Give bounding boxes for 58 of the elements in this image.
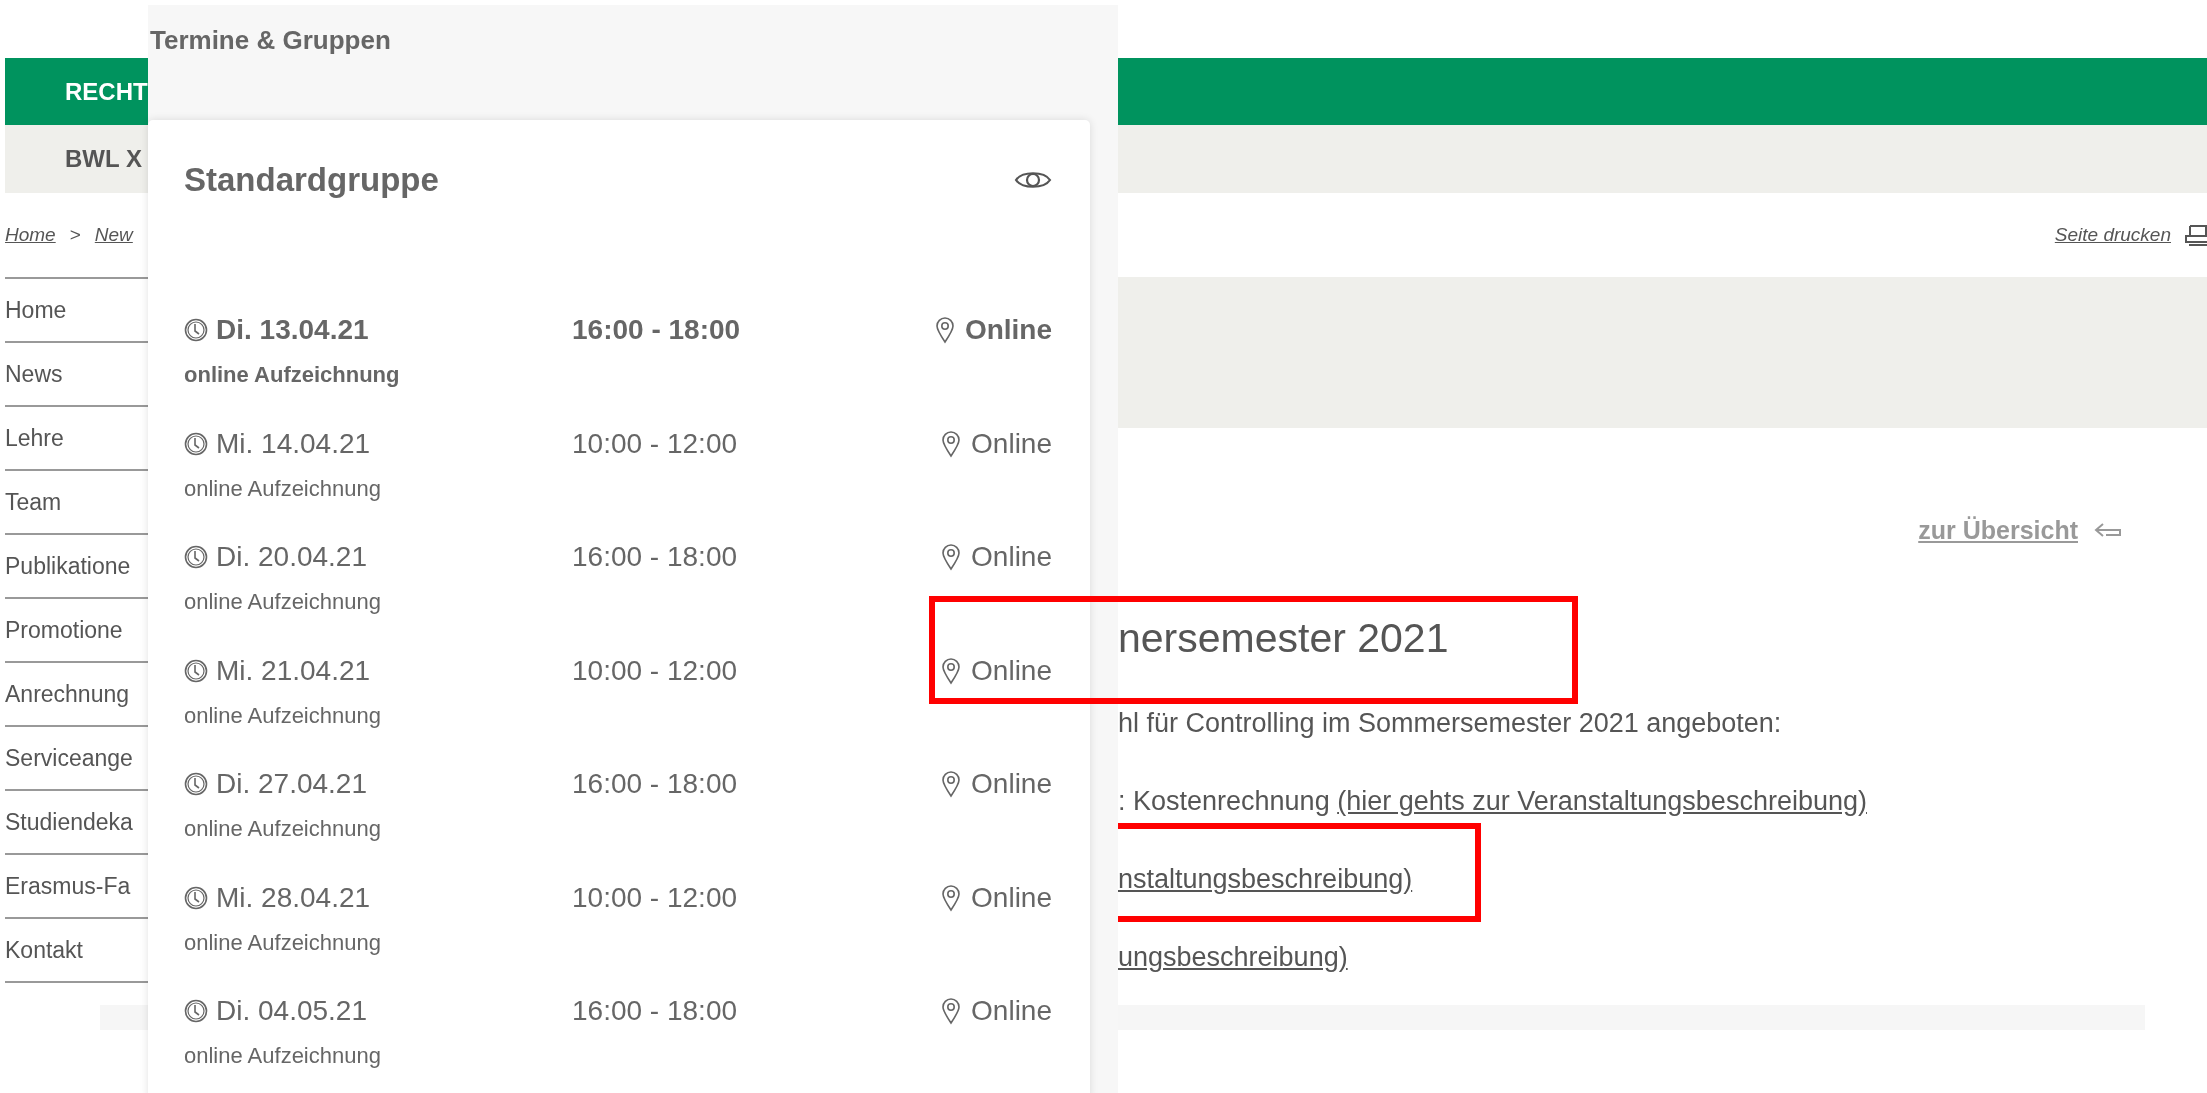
description-link[interactable]: ungsbeschreibung) <box>1118 942 1348 972</box>
appointment-date: Mi. 14.04.21 <box>216 427 371 460</box>
appointment-location: Online <box>971 541 1052 573</box>
appointment-date: Mi. 28.04.21 <box>216 881 371 914</box>
panel-title: Termine & Gruppen <box>150 25 392 56</box>
faculty-title: RECHT <box>64 77 148 106</box>
location-pin-icon <box>941 997 962 1025</box>
appointment-location: Online <box>971 768 1052 800</box>
appointment-time: 10:00 - 12:00 <box>572 427 739 460</box>
appointment-time: 16:00 - 18:00 <box>572 541 739 573</box>
appointment-time: 16:00 - 18:00 <box>572 314 742 346</box>
appointment-note: online Aufzeichnung <box>184 362 401 388</box>
clock-icon <box>184 772 208 796</box>
location-pin-icon <box>941 770 962 798</box>
appointment-date: Di. 27.04.21 <box>216 768 367 800</box>
description-link[interactable]: nstaltungsbeschreibung) <box>1118 864 1413 894</box>
appointment-note: online Aufzeichnung <box>184 702 382 729</box>
appointment-time: 10:00 - 12:00 <box>572 654 739 687</box>
appointment-note: online Aufzeichnung <box>184 475 382 502</box>
location-pin-icon <box>941 429 962 458</box>
breadcrumb-link[interactable]: New <box>94 224 133 246</box>
clock-icon <box>184 885 208 910</box>
appointment-location: Online <box>964 314 1052 346</box>
location-pin-icon <box>941 656 962 685</box>
appointment-location: Online <box>971 654 1052 687</box>
appointment-note: online Aufzeichnung <box>184 1043 382 1069</box>
location-pin-icon <box>941 543 962 571</box>
clock-icon <box>184 999 208 1023</box>
appointment-location: Online <box>971 995 1052 1027</box>
appointment-time: 16:00 - 18:00 <box>572 768 739 800</box>
department-title: BWL X <box>64 145 142 173</box>
back-arrow-icon[interactable] <box>2094 521 2122 540</box>
appointment-note: online Aufzeichnung <box>184 816 382 842</box>
clock-icon <box>184 318 208 342</box>
appointment-time: 10:00 - 12:00 <box>572 881 739 914</box>
appointment-date: Mi. 21.04.21 <box>216 654 371 687</box>
page-heading: nersemester 2021 <box>1118 615 1450 662</box>
print-link[interactable]: Seite drucken <box>2054 224 2171 246</box>
appointment-note: online Aufzeichnung <box>184 589 382 615</box>
appointment-time: 16:00 - 18:00 <box>572 995 739 1027</box>
clock-icon <box>184 545 208 569</box>
description-link[interactable]: (hier gehts zur Veranstaltungsbeschreibung) <box>1337 786 1867 816</box>
clock-icon <box>184 431 208 456</box>
appointment-location: Online <box>971 427 1052 460</box>
appointment-date: Di. 20.04.21 <box>216 541 367 573</box>
location-pin-icon <box>941 883 962 912</box>
appointment-date: Di. 13.04.21 <box>216 314 369 346</box>
breadcrumb-link[interactable]: Home <box>5 224 56 246</box>
appointment-note: online Aufzeichnung <box>184 929 382 956</box>
appointment-date: Di. 04.05.21 <box>216 995 367 1027</box>
intro-text: hl für Controlling im Sommersemester 2021 angeboten: <box>1118 708 1783 739</box>
group-title: Standardgruppe <box>184 161 439 199</box>
printer-icon[interactable] <box>2185 224 2207 246</box>
breadcrumb-separator: > <box>69 224 81 246</box>
clock-icon <box>184 658 208 683</box>
course-text: : Kostenrechnung <box>1118 786 1331 816</box>
appointment-location: Online <box>971 881 1052 914</box>
location-pin-icon <box>934 316 955 344</box>
